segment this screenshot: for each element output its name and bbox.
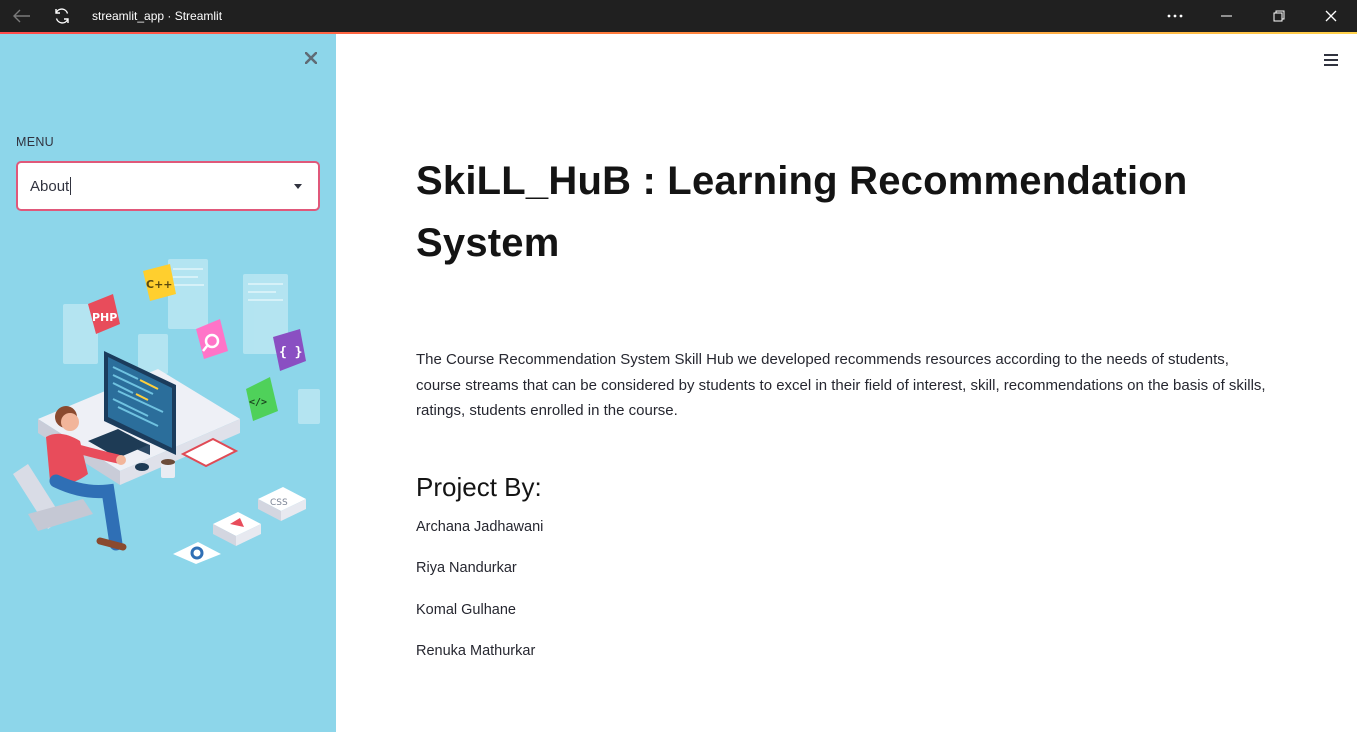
menu-select-value: About: [30, 177, 70, 195]
window-title: streamlit_app · Streamlit: [92, 9, 223, 23]
reload-icon[interactable]: [42, 0, 82, 32]
close-icon[interactable]: [300, 47, 322, 69]
page-title: SkiLL_HuB : Learning Recommendation Syst…: [416, 159, 1188, 265]
code-badge-text: </>: [249, 397, 267, 408]
braces-badge-text: { }: [279, 345, 302, 360]
members-list: Archana Jadhawani Riya Nandurkar Komal G…: [416, 517, 1286, 683]
close-window-icon[interactable]: [1305, 0, 1357, 32]
php-badge-text: PHP: [92, 311, 117, 324]
dropdown-arrow-icon[interactable]: [294, 184, 302, 189]
back-arrow-icon[interactable]: [2, 0, 42, 32]
project-by-heading: Project By:: [416, 471, 542, 502]
restore-icon[interactable]: [1253, 0, 1305, 32]
member-name: Komal Gulhane: [416, 601, 516, 618]
description-text: The Course Recommendation System Skill H…: [416, 351, 1266, 419]
member-name: Riya Nandurkar: [416, 560, 517, 576]
css-badge-text: CSS: [270, 498, 288, 508]
sidebar: MENU About PHP C++ {} </> CSS: [0, 34, 336, 732]
menu-label: MENU: [16, 135, 55, 149]
cpp-badge-text: C++: [146, 278, 173, 291]
hamburger-menu-icon[interactable]: [1323, 53, 1343, 69]
minimize-icon[interactable]: [1201, 0, 1253, 32]
menu-select[interactable]: About: [16, 161, 320, 211]
member-name: Archana Jadhawani: [416, 518, 544, 535]
developer-illustration: PHP C++ { } </> CSS: [13, 259, 320, 564]
main-content: SkiLL_HuB : Learning Recommendation Syst…: [416, 150, 1286, 683]
member-name: Renuka Mathurkar: [416, 643, 536, 659]
more-options-icon[interactable]: [1149, 0, 1201, 32]
window-title-bar: streamlit_app · Streamlit: [0, 0, 1357, 32]
text-cursor: [70, 177, 72, 195]
